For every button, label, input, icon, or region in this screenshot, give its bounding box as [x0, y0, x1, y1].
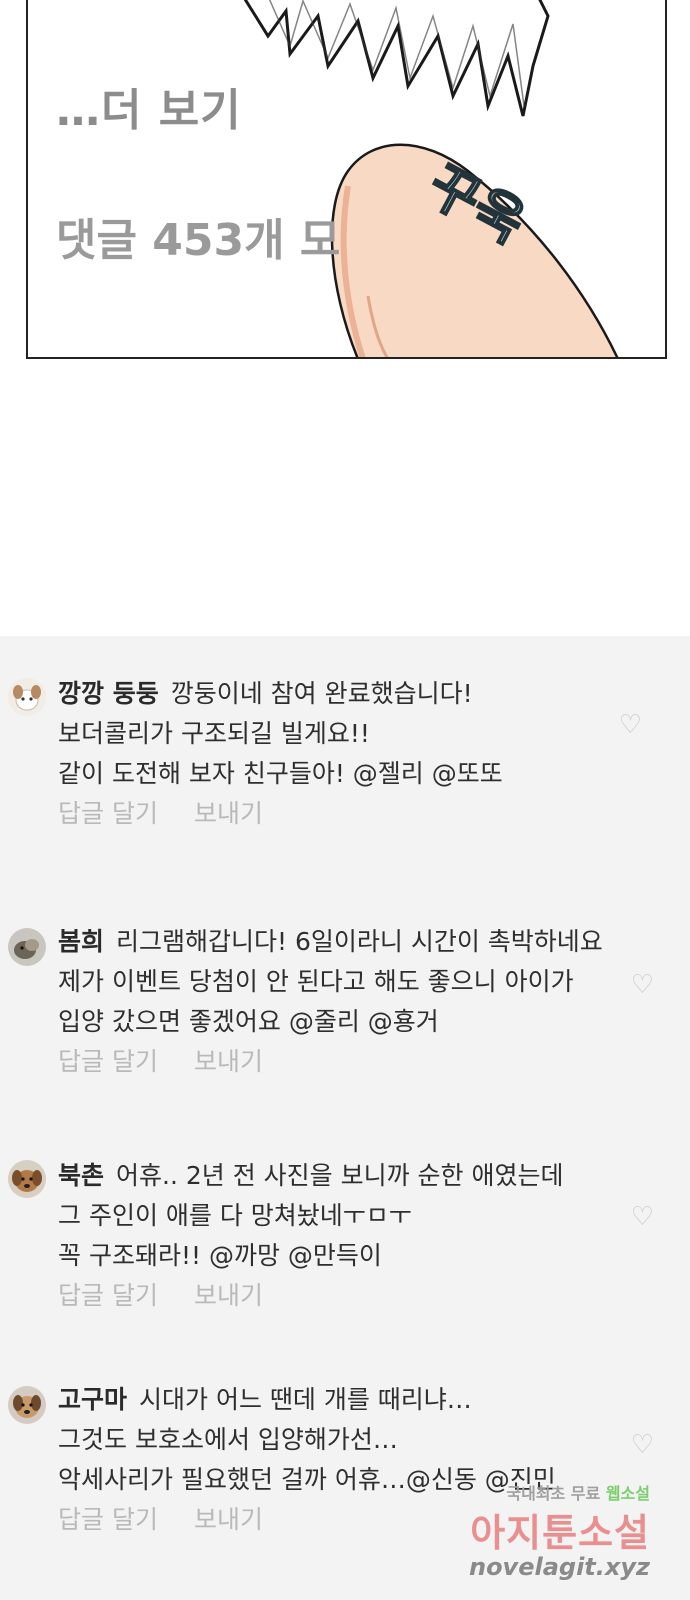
- watermark-logo-text: 아지툰소설: [470, 1511, 650, 1555]
- heart-icon[interactable]: ♡: [619, 710, 642, 740]
- comic-panel: 꾸욱 …더 보기 댓글 453개 모: [26, 0, 667, 359]
- comment-text: 어휴.. 2년 전 사진을 보니까 순한 애였는데: [116, 1161, 564, 1190]
- comment-text: 같이 도전해 보자 친구들아! @젤리 @또또: [58, 759, 503, 788]
- site-watermark: 국내최초 무료 웹소설 아지툰소설 novelagit.xyz: [469, 1480, 650, 1581]
- comment-author[interactable]: 봄희: [58, 927, 104, 956]
- reply-button[interactable]: 답글 달기: [58, 1047, 158, 1076]
- see-more-text: …더 보기: [56, 85, 242, 136]
- comment-text: 그것도 보호소에서 입양해가선…: [58, 1425, 398, 1454]
- heart-icon[interactable]: ♡: [631, 1202, 654, 1232]
- heart-icon[interactable]: ♡: [631, 1430, 654, 1460]
- send-button[interactable]: 보내기: [194, 799, 263, 828]
- comment-author[interactable]: 깡깡 둥둥: [58, 679, 159, 708]
- comment-text: 보더콜리가 구조되길 빌게요!!: [58, 719, 370, 748]
- reply-button[interactable]: 답글 달기: [58, 799, 158, 828]
- comment-text: 시대가 어느 땐데 개를 때리냐…: [139, 1385, 472, 1414]
- panel-illustration: 꾸욱: [243, 0, 619, 357]
- send-button[interactable]: 보내기: [194, 1505, 263, 1534]
- send-button[interactable]: 보내기: [194, 1281, 263, 1310]
- reply-button[interactable]: 답글 달기: [58, 1505, 158, 1534]
- avatar[interactable]: [8, 1160, 46, 1198]
- comments-section: 깡깡 둥둥 깡둥이네 참여 완료했습니다! 보더콜리가 구조되길 빌게요!! 같이…: [0, 636, 690, 1600]
- reply-button[interactable]: 답글 달기: [58, 1281, 158, 1310]
- watermark-tagline-accent: 웹소설: [605, 1484, 650, 1503]
- comment-author[interactable]: 북촌: [58, 1161, 104, 1190]
- avatar[interactable]: [8, 928, 46, 966]
- avatar[interactable]: [8, 678, 46, 716]
- comment-count-text: 댓글 453개 모: [56, 215, 341, 266]
- comment-text: 입양 갔으면 좋겠어요 @줄리 @횽거: [58, 1007, 439, 1036]
- comment-text: 꼭 구조돼라!! @까망 @만득이: [58, 1241, 382, 1270]
- heart-icon[interactable]: ♡: [631, 970, 654, 1000]
- comment-author[interactable]: 고구마: [58, 1385, 127, 1414]
- comment-text: 리그램해갑니다! 6일이라니 시간이 촉박하네요: [116, 927, 603, 956]
- comment-text: 그 주인이 애를 다 망쳐놨네ㅜㅁㅜ: [58, 1201, 412, 1230]
- comment-text: 깡둥이네 참여 완료했습니다!: [170, 679, 473, 708]
- watermark-url: novelagit.xyz: [468, 1553, 650, 1581]
- watermark-tagline: 국내최초 무료: [506, 1484, 601, 1503]
- comment-text: 제가 이벤트 당첨이 안 된다고 해도 좋으니 아이가: [58, 967, 574, 996]
- send-button[interactable]: 보내기: [194, 1047, 263, 1076]
- avatar[interactable]: [8, 1386, 46, 1424]
